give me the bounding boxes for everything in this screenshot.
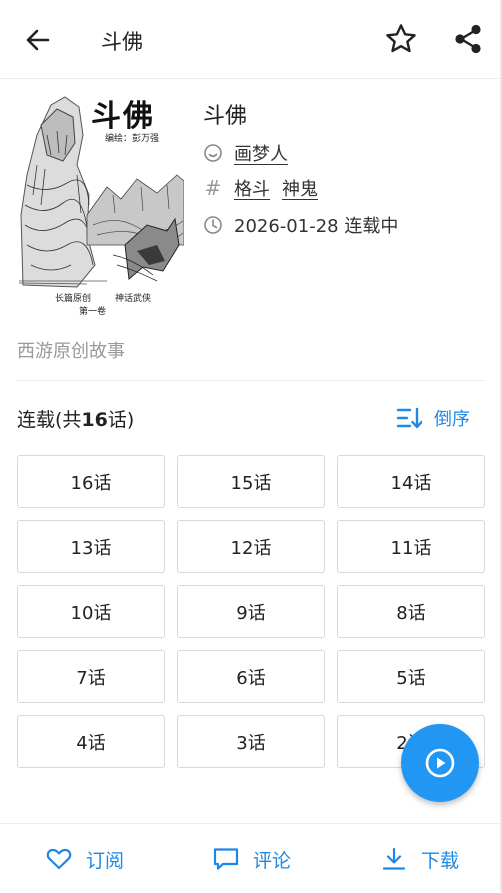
page-title: 斗佛 [101, 30, 143, 54]
comment-icon [213, 848, 239, 870]
app-bar: 斗佛 [0, 0, 500, 79]
comic-title: 斗佛 [203, 104, 248, 129]
cover-caption-left: 长篇原创 [55, 294, 92, 304]
update-status: 2026-01-28 连载中 [234, 216, 399, 237]
sort-order-button[interactable]: 倒序 [396, 403, 470, 433]
cover-caption-volume: 第一卷 [79, 307, 107, 317]
chapter-count-suffix: 话) [107, 409, 135, 431]
chapter-count: 16 [81, 409, 108, 431]
author-row: 画梦人 [203, 140, 300, 166]
chapter-grid: 16话 15话 14话 13话 12话 11话 10话 9话 8话 7话 6话 … [17, 455, 487, 768]
chapter-button[interactable]: 10话 [17, 585, 165, 638]
play-circle-icon [425, 748, 455, 778]
smile-face-icon [204, 144, 222, 162]
clock-icon [204, 216, 222, 234]
comment-button[interactable]: 评论 [213, 844, 291, 874]
chapter-button[interactable]: 16话 [17, 455, 165, 508]
download-label: 下载 [421, 849, 460, 872]
sort-descending-icon [396, 407, 422, 429]
chapter-count-prefix: 连载(共 [17, 409, 82, 431]
cover-caption-right: 神话武侠 [115, 294, 152, 304]
chapter-button[interactable]: 6话 [177, 650, 325, 703]
tag-link[interactable]: 格斗 [234, 175, 270, 201]
chapter-button[interactable]: 7话 [17, 650, 165, 703]
chapter-button[interactable]: 15话 [177, 455, 325, 508]
chapter-button[interactable]: 12话 [177, 520, 325, 573]
chapter-button[interactable]: 5话 [337, 650, 485, 703]
divider [17, 380, 484, 381]
subscribe-button[interactable]: 订阅 [46, 844, 124, 874]
download-icon [382, 847, 406, 870]
sort-order-label: 倒序 [434, 409, 470, 430]
play-fab-button[interactable] [401, 724, 479, 802]
chapter-button[interactable]: 8话 [337, 585, 485, 638]
chapter-button[interactable]: 4话 [17, 715, 165, 768]
tag-link[interactable]: 神鬼 [282, 175, 318, 201]
author-link[interactable]: 画梦人 [234, 140, 288, 166]
chapter-count-label: 连载(共16话) [17, 405, 134, 432]
cover-author: 编绘：彭万强 [105, 134, 160, 144]
share-icon[interactable] [452, 22, 484, 56]
star-outline-icon[interactable] [384, 22, 418, 56]
comment-label: 评论 [253, 849, 292, 872]
chapter-button[interactable]: 11话 [337, 520, 485, 573]
chapter-button[interactable]: 13话 [17, 520, 165, 573]
heart-outline-icon [46, 848, 72, 870]
subscribe-label: 订阅 [86, 849, 125, 872]
tags-row: # 格斗 神鬼 [203, 175, 330, 201]
bottom-action-bar: 订阅 评论 下载 [0, 823, 500, 893]
download-button[interactable]: 下载 [381, 844, 459, 874]
chapter-button[interactable]: 9话 [177, 585, 325, 638]
update-row: 2026-01-28 连载中 [203, 212, 398, 238]
chapter-button[interactable]: 14话 [337, 455, 485, 508]
comic-cover[interactable]: 斗佛 编绘：彭万强 长篇原创 神话武侠 第一卷 [17, 95, 184, 318]
hash-icon: # [204, 176, 222, 200]
arrow-left-icon[interactable] [22, 24, 54, 56]
cover-title: 斗佛 [91, 99, 155, 134]
description: 西游原创故事 [17, 341, 125, 362]
chapter-button[interactable]: 3话 [177, 715, 325, 768]
